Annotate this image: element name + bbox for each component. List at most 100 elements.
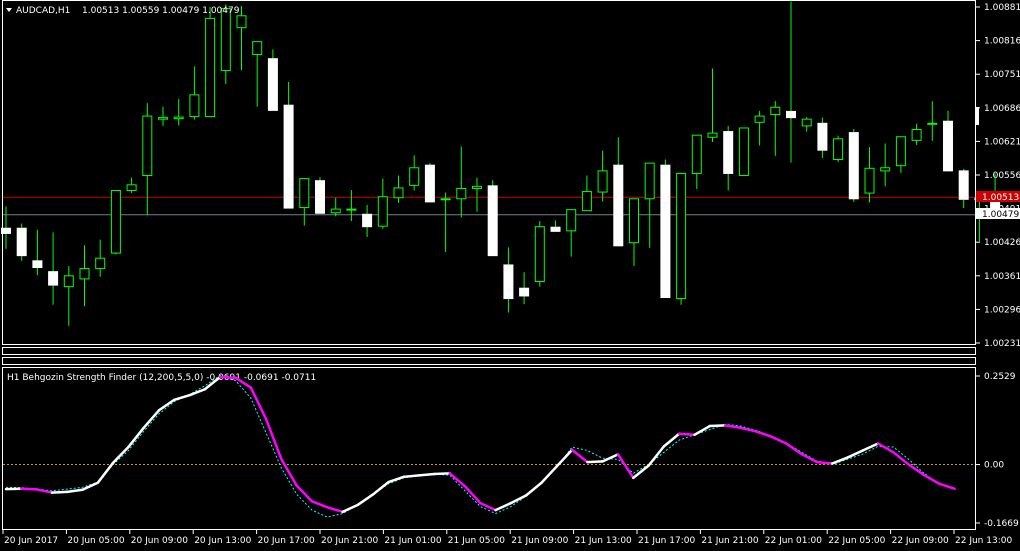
strength-segment (20, 487, 38, 491)
strength-segment (662, 432, 681, 448)
candle-body (424, 164, 435, 203)
candle-body (456, 187, 467, 200)
collapsed-panel-1[interactable] (2, 347, 976, 355)
candle (613, 137, 624, 247)
candle-body (911, 129, 922, 141)
strength-segment (310, 500, 329, 509)
candle (267, 49, 278, 111)
candle-body (440, 198, 451, 201)
candlestick-series (1, 1, 1001, 326)
strength-segment (81, 481, 100, 492)
price-tick-label: 1.00816 (984, 37, 1020, 47)
last-price-tag-label: 1.00479 (982, 210, 1019, 220)
candle (927, 101, 938, 141)
candle-body (691, 134, 702, 174)
collapsed-panel-2[interactable] (2, 357, 976, 365)
strength-segment (647, 445, 666, 467)
candle-body (16, 227, 27, 257)
strength-segment (922, 473, 941, 486)
time-tick-label: 20 Jun 13:00 (194, 536, 251, 546)
strength-segment (601, 453, 620, 463)
candle (315, 177, 325, 214)
candle-body (32, 260, 43, 269)
candle (958, 168, 969, 209)
strength-segment (402, 474, 421, 479)
candle-body (566, 209, 577, 232)
indicator-panel-frame (2, 367, 976, 530)
candle-body (220, 8, 231, 72)
candle (817, 117, 828, 158)
time-tick-label: 21 Jun 01:00 (384, 536, 441, 546)
candle (895, 136, 906, 173)
price-tick-label: 1.00686 (984, 104, 1020, 114)
indicator-axis: 0.2529 0.00 -0.1669 (975, 372, 1019, 529)
candle (48, 232, 59, 305)
candle-body (707, 132, 718, 138)
strength-segment (876, 442, 895, 454)
candle-body (315, 180, 325, 214)
strength-segment (555, 448, 574, 468)
candle-body (676, 172, 687, 300)
candle (770, 101, 781, 156)
candle-body (519, 287, 530, 297)
menu-triangle-icon[interactable] (6, 8, 12, 12)
strength-segment (479, 501, 497, 512)
candle (173, 99, 184, 126)
candle (95, 239, 106, 277)
candle (707, 68, 718, 142)
price-axis: 1.00881 1.00816 1.00751 1.00686 1.00621 1.005… (975, 3, 1020, 349)
candle-body (754, 115, 765, 123)
candle (581, 175, 592, 212)
scroll-marker[interactable] (976, 107, 979, 125)
strength-segment (188, 388, 207, 397)
candle-body (63, 275, 74, 288)
candle-body (346, 208, 357, 211)
price-tick-label: 1.00881 (984, 3, 1020, 13)
candle (283, 81, 294, 209)
candle (738, 127, 749, 177)
candle (833, 135, 844, 163)
time-tick-label: 21 Jun 21:00 (701, 536, 758, 546)
candle-body (503, 264, 514, 300)
candle (189, 66, 200, 120)
candle-body (409, 167, 420, 186)
candle-body (299, 178, 310, 209)
time-tick-label: 20 Jun 21:00 (321, 536, 378, 546)
candle-body (801, 118, 812, 127)
candle-body (48, 271, 59, 286)
strength-segment (616, 453, 635, 480)
strength-segment (142, 409, 161, 430)
ohlc-label: 1.00513 1.00559 1.00479 1.00479 (82, 6, 240, 16)
time-tick-label: 21 Jun 09:00 (511, 536, 568, 546)
strength-segment (448, 472, 467, 488)
candle-body (126, 184, 137, 192)
time-tick-label: 22 Jun 09:00 (892, 536, 949, 546)
candle (126, 177, 137, 194)
symbol-label: AUDCAD,H1 (16, 6, 70, 16)
candle (723, 125, 734, 191)
strength-segment (693, 424, 712, 437)
strength-segment (677, 432, 696, 437)
candle-body (362, 213, 373, 228)
indicator-tick-label: -0.1669 (984, 519, 1019, 529)
strength-segment (433, 472, 451, 476)
indicator-tick-label: 0.00 (984, 461, 1004, 471)
mt4-chart-window[interactable]: 1.00881 1.00816 1.00751 1.00686 1.00621 1.005… (0, 0, 1020, 551)
candle-body (487, 185, 498, 257)
candle (330, 197, 341, 217)
strength-segment (509, 494, 528, 505)
candle-body (110, 190, 121, 254)
strength-segment (907, 463, 926, 477)
candle-body (597, 170, 608, 193)
candle (880, 143, 891, 187)
strength-segment (65, 488, 84, 494)
strength-segment (494, 501, 513, 512)
candle (629, 198, 639, 266)
candle-body (189, 94, 200, 118)
time-tick-label: 20 Jun 2017 (4, 536, 58, 546)
strength-segment (96, 461, 115, 485)
time-tick-label: 21 Jun 05:00 (448, 536, 505, 546)
candle-body (550, 226, 561, 232)
candle (676, 172, 687, 305)
indicator-series (4, 374, 956, 518)
